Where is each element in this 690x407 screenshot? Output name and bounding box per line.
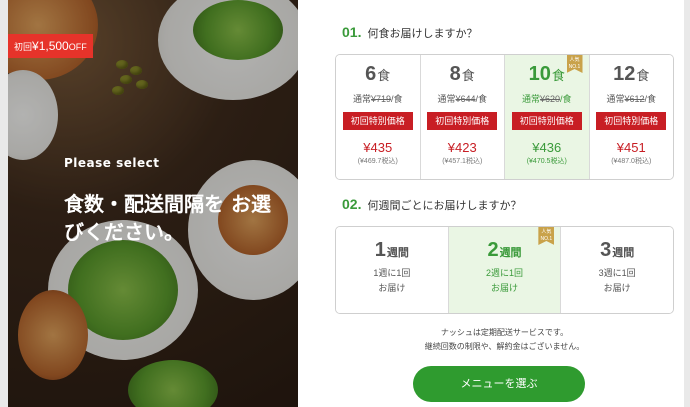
subscription-note: ナッシュは定期配送サービスです。 継続回数の制限や、解約金はございません。 bbox=[424, 328, 585, 351]
frequency-options: 1週間 1週に1回 お届け 人気 NO.1 2週間 2週に1回 お届け 3週間 3週… bbox=[335, 226, 674, 314]
hero-title: 食数・配送間隔を お選びください。 bbox=[64, 192, 271, 244]
price: ¥423 bbox=[447, 140, 477, 155]
promo-label: 初回特別価格 bbox=[596, 112, 667, 130]
promo-label: 初回特別価格 bbox=[511, 112, 582, 130]
page-frame: 初回¥1,500OFF Please select 食数・配送間隔を お選びくだ… bbox=[8, 0, 684, 407]
hero-image: 初回¥1,500OFF Please select 食数・配送間隔を お選びくだ… bbox=[8, 0, 298, 407]
meal-option-8[interactable]: 8食 通常¥644/食 初回特別価格 ¥423 (¥457.1税込) bbox=[420, 55, 505, 179]
price: ¥451 bbox=[616, 140, 646, 155]
selection-panel: 01. 何食お届けしますか？ 6食 通常¥719/食 初回特別価格 ¥435 (¥… bbox=[298, 0, 684, 407]
frequency-option-1[interactable]: 1週間 1週に1回 お届け bbox=[336, 227, 449, 313]
price: ¥436 bbox=[532, 140, 562, 155]
tax-price: (¥469.7税込) bbox=[357, 158, 398, 165]
meal-option-6[interactable]: 6食 通常¥719/食 初回特別価格 ¥435 (¥469.7税込) bbox=[336, 55, 421, 179]
select-menu-button[interactable]: メニューを選ぶ bbox=[413, 366, 585, 402]
question-frequency: 02. 何週間ごとにお届けしますか？ bbox=[342, 196, 522, 212]
meal-option-10[interactable]: 人気 NO.1 10食 通常¥620/食 初回特別価格 ¥436 (¥470.5… bbox=[505, 55, 590, 179]
offer-badge: 初回¥1,500OFF bbox=[8, 34, 93, 58]
question-meals: 01. 何食お届けしますか？ bbox=[342, 24, 478, 40]
meal-options: 6食 通常¥719/食 初回特別価格 ¥435 (¥469.7税込) 8食 通常… bbox=[335, 54, 674, 180]
promo-label: 初回特別価格 bbox=[342, 112, 413, 130]
meal-option-12[interactable]: 12食 通常¥612/食 初回特別価格 ¥451 (¥487.0税込) bbox=[589, 55, 673, 179]
tax-price: (¥487.0税込) bbox=[611, 158, 652, 165]
promo-label: 初回特別価格 bbox=[427, 112, 498, 130]
tax-price: (¥457.1税込) bbox=[442, 158, 483, 165]
price: ¥435 bbox=[363, 140, 393, 155]
frequency-option-2[interactable]: 人気 NO.1 2週間 2週に1回 お届け bbox=[448, 227, 562, 313]
tax-price: (¥470.5税込) bbox=[526, 158, 567, 165]
frequency-option-3[interactable]: 3週間 3週に1回 お届け bbox=[561, 227, 673, 313]
hero-eyebrow: Please select bbox=[64, 156, 160, 170]
